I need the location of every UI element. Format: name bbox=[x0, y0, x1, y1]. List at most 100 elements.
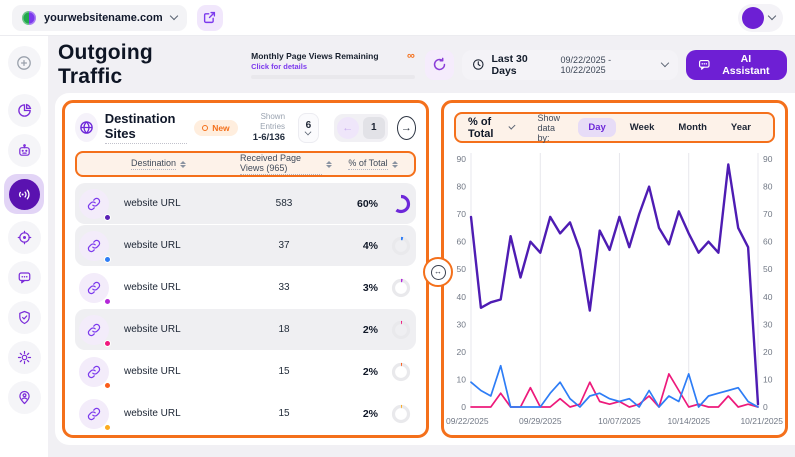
svg-text:60: 60 bbox=[457, 237, 467, 247]
pct-donut bbox=[390, 319, 412, 341]
site-color-dot bbox=[104, 298, 111, 305]
date-range-picker[interactable]: Last 30 Days 09/22/2025 - 10/22/2025 bbox=[462, 50, 678, 80]
metric-select[interactable]: % of Total bbox=[468, 116, 513, 140]
svg-text:10: 10 bbox=[763, 374, 773, 384]
chevron-down-icon bbox=[169, 12, 177, 20]
chat-bubble-icon bbox=[698, 58, 711, 71]
chart-area: 0010102020303040405050606070708080909009… bbox=[444, 147, 785, 435]
page-title: Outgoing Traffic bbox=[58, 41, 219, 89]
open-site-button[interactable] bbox=[197, 5, 223, 31]
active-item-circle bbox=[9, 179, 40, 210]
sidebar-item-visitors[interactable] bbox=[8, 381, 41, 414]
person-pin-icon bbox=[17, 390, 32, 405]
svg-text:40: 40 bbox=[457, 292, 467, 302]
pct-donut-track bbox=[394, 322, 409, 337]
pie-chart-icon bbox=[17, 103, 32, 118]
column-header[interactable]: Destination bbox=[77, 158, 240, 170]
sidebar-expand-button[interactable] bbox=[8, 46, 41, 79]
site-favicon-icon bbox=[22, 11, 36, 25]
sidebar-item-assistant[interactable] bbox=[8, 134, 41, 167]
svg-text:10/07/2025: 10/07/2025 bbox=[598, 416, 641, 426]
sidebar-item-goals[interactable] bbox=[8, 221, 41, 254]
pct-donut bbox=[390, 403, 412, 425]
pct-donut-track bbox=[394, 406, 409, 421]
svg-text:60: 60 bbox=[763, 237, 773, 247]
sidebar-item-security[interactable] bbox=[8, 301, 41, 334]
site-color-dot bbox=[104, 382, 111, 389]
gear-icon bbox=[17, 350, 32, 365]
table-rows: website URL 583 60% website URL 37 4% we… bbox=[65, 183, 426, 435]
views-value: 18 bbox=[238, 324, 330, 335]
quota-widget: Monthly Page Views Remaining Click for d… bbox=[251, 51, 415, 79]
page-size-select[interactable]: 6 bbox=[298, 113, 319, 143]
expand-icon bbox=[16, 55, 32, 71]
sidebar bbox=[0, 36, 48, 457]
destination-label: website URL bbox=[115, 240, 238, 251]
pct-donut-track bbox=[394, 280, 409, 295]
table-row[interactable]: website URL 18 2% bbox=[75, 309, 416, 350]
refresh-icon bbox=[432, 57, 447, 72]
traffic-chart-panel: % of Total Show data by: DayWeekMonthYea… bbox=[441, 100, 788, 438]
svg-text:30: 30 bbox=[763, 319, 773, 329]
svg-text:0: 0 bbox=[461, 402, 466, 412]
pct-donut bbox=[390, 277, 412, 299]
sidebar-item-settings[interactable] bbox=[8, 341, 41, 374]
site-color-dot bbox=[104, 214, 111, 221]
range-label: Last 30 Days bbox=[492, 53, 554, 77]
pct-value: 2% bbox=[330, 366, 382, 378]
user-menu[interactable] bbox=[738, 4, 783, 32]
tab-month[interactable]: Month bbox=[668, 118, 717, 137]
svg-text:90: 90 bbox=[763, 154, 773, 164]
site-selector[interactable]: yourwebsitename.com bbox=[12, 5, 187, 31]
pct-value: 2% bbox=[330, 324, 382, 336]
svg-text:90: 90 bbox=[457, 154, 467, 164]
topbar: yourwebsitename.com bbox=[0, 0, 795, 36]
destination-sites-panel: Destination Sites New Shown Entries 1-6/… bbox=[62, 100, 429, 438]
column-header[interactable]: % of Total bbox=[332, 158, 414, 170]
views-value: 37 bbox=[238, 240, 330, 251]
table-row[interactable]: website URL 15 2% bbox=[75, 351, 416, 392]
page-header: Outgoing Traffic Monthly Page Views Rema… bbox=[48, 36, 795, 93]
badge-dot-icon bbox=[202, 125, 208, 131]
ai-assistant-button[interactable]: AI Assistant bbox=[686, 50, 787, 80]
table-row[interactable]: website URL 15 2% bbox=[75, 393, 416, 434]
svg-text:80: 80 bbox=[457, 182, 467, 192]
destination-label: website URL bbox=[115, 408, 238, 419]
column-header[interactable]: Received Page Views (965) bbox=[240, 153, 332, 175]
quota-details-link[interactable]: Click for details bbox=[251, 62, 378, 71]
svg-text:80: 80 bbox=[763, 182, 773, 192]
pct-value: 2% bbox=[330, 408, 382, 420]
site-name: yourwebsitename.com bbox=[44, 12, 163, 24]
tab-week[interactable]: Week bbox=[620, 118, 665, 137]
current-page: 1 bbox=[363, 117, 385, 139]
views-value: 15 bbox=[238, 408, 330, 419]
table-row[interactable]: website URL 33 3% bbox=[75, 267, 416, 308]
sidebar-item-outgoing-traffic[interactable] bbox=[4, 174, 44, 214]
next-page-button[interactable]: → bbox=[397, 116, 416, 140]
table-row[interactable]: website URL 583 60% bbox=[75, 183, 416, 224]
svg-text:20: 20 bbox=[763, 347, 773, 357]
views-value: 33 bbox=[238, 282, 330, 293]
svg-text:30: 30 bbox=[457, 319, 467, 329]
main-content: Outgoing Traffic Monthly Page Views Rema… bbox=[48, 36, 795, 457]
tab-year[interactable]: Year bbox=[721, 118, 761, 137]
tab-day[interactable]: Day bbox=[578, 118, 615, 137]
traffic-line-chart: 0010102020303040405050606070708080909009… bbox=[444, 147, 785, 431]
table-row[interactable]: website URL 37 4% bbox=[75, 225, 416, 266]
views-value: 15 bbox=[238, 366, 330, 377]
svg-text:70: 70 bbox=[457, 209, 467, 219]
refresh-button[interactable] bbox=[425, 50, 454, 80]
sidebar-item-messages[interactable] bbox=[8, 261, 41, 294]
chevron-down-icon bbox=[768, 12, 776, 20]
shown-entries: Shown Entries 1-6/136 bbox=[245, 112, 285, 144]
panel-resize-button[interactable]: ↔ bbox=[423, 257, 453, 287]
sort-icon bbox=[180, 161, 186, 168]
site-color-dot bbox=[104, 424, 111, 431]
new-badge: New bbox=[194, 120, 237, 136]
prev-page-button[interactable]: ← bbox=[337, 117, 359, 139]
sidebar-item-analytics[interactable] bbox=[8, 94, 41, 127]
svg-text:50: 50 bbox=[763, 264, 773, 274]
pct-value: 3% bbox=[330, 282, 382, 294]
destination-label: website URL bbox=[115, 198, 238, 209]
svg-text:09/22/2025: 09/22/2025 bbox=[446, 416, 489, 426]
